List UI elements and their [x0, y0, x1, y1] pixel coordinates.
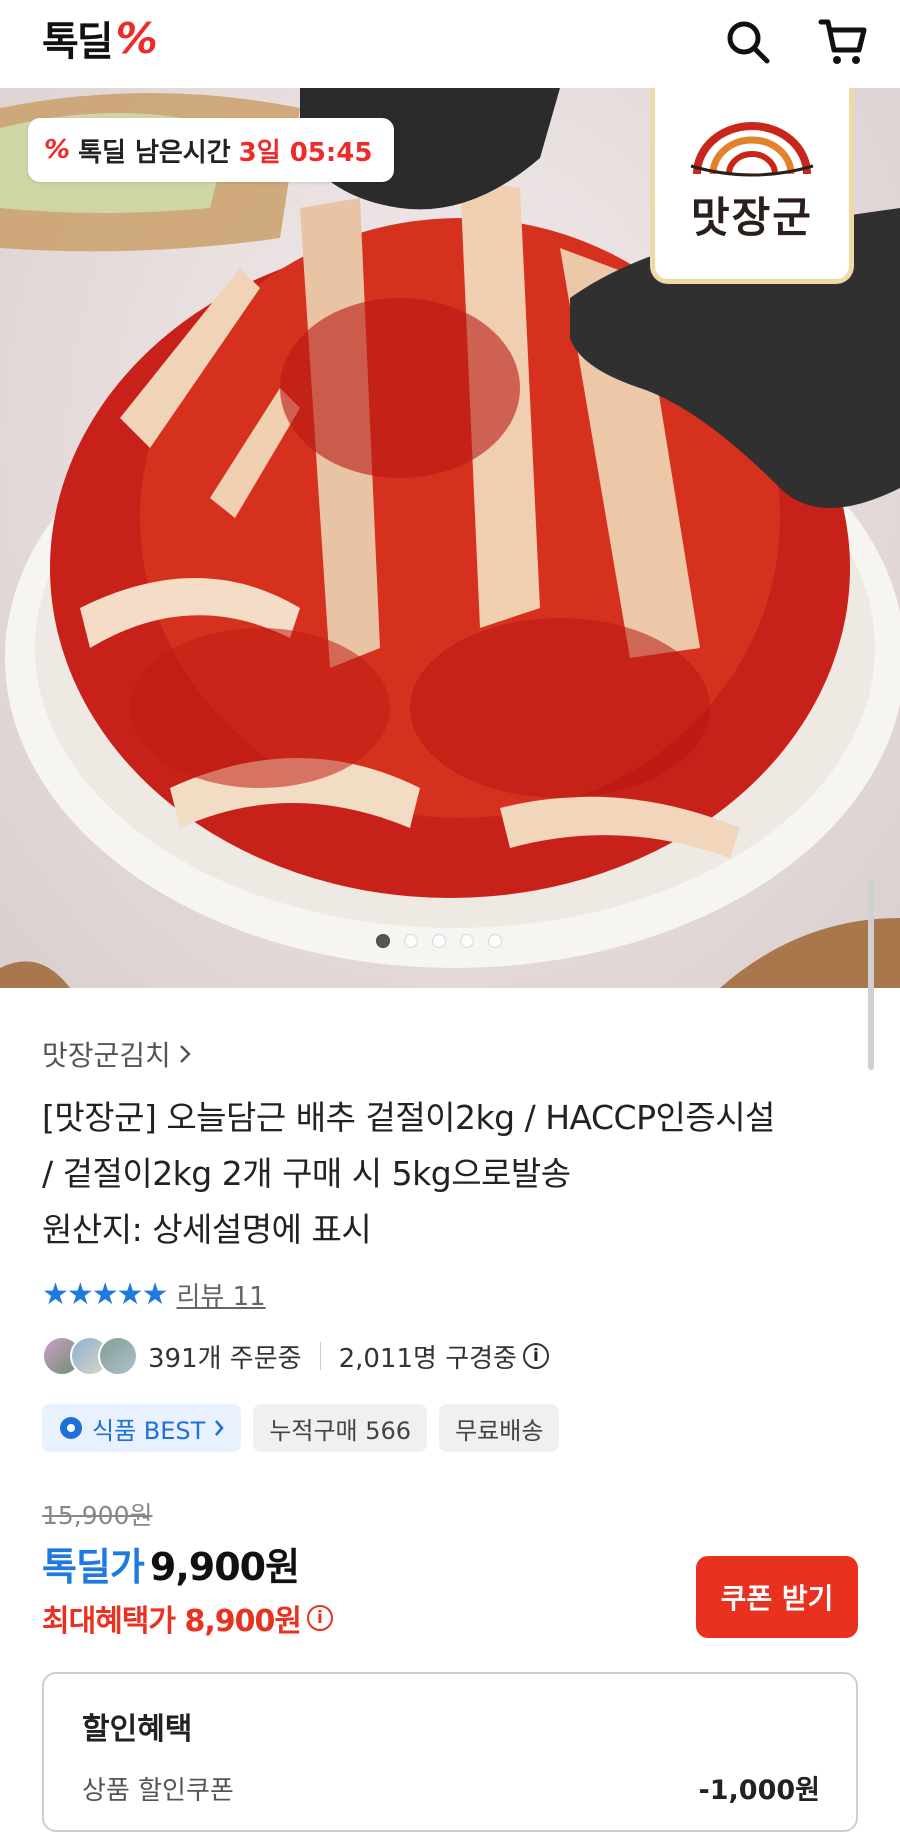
- deal-percent-icon: %: [44, 135, 71, 165]
- rating-row[interactable]: ★★★★★ 리뷰 11: [42, 1276, 266, 1313]
- seller-link[interactable]: 맛장군김치: [42, 1034, 193, 1074]
- buyer-avatars: [42, 1336, 138, 1376]
- seller-name: 맛장군김치: [42, 1039, 171, 1072]
- avatar: [98, 1336, 138, 1376]
- carousel-dot[interactable]: [376, 934, 390, 948]
- deal-price-row: 톡딜가 9,900원: [42, 1536, 300, 1591]
- product-title: [맛장군] 오늘담근 배추 겉절이2kg / HACCP인증시설 / 겉절이2k…: [42, 1090, 862, 1258]
- benefit-item-value: -1,000원: [698, 1775, 820, 1806]
- brand-name: 맛장군: [691, 193, 813, 242]
- get-coupon-button[interactable]: 쿠폰 받기: [696, 1556, 858, 1638]
- carousel-indicator: [376, 934, 502, 948]
- chevron-right-icon: [215, 1420, 224, 1436]
- title-line: [맛장군] 오늘담근 배추 겉절이2kg / HACCP인증시설: [42, 1098, 775, 1137]
- ordering-count: 391개 주문중: [148, 1343, 302, 1374]
- free-shipping-label: 무료배송: [455, 1416, 544, 1445]
- benefit-item-name: 상품 할인쿠폰: [82, 1776, 234, 1806]
- brand-badge: 맛장군: [650, 88, 854, 284]
- cumulative-purchase-label: 누적구매 566: [269, 1416, 412, 1445]
- watching-count: 2,011명 구경중: [338, 1343, 517, 1374]
- carousel-dot[interactable]: [432, 934, 446, 948]
- badge-gear-icon: [60, 1417, 82, 1439]
- cart-icon: [818, 19, 867, 64]
- carousel-dot[interactable]: [488, 934, 502, 948]
- info-icon[interactable]: i: [306, 1605, 333, 1631]
- timer-label: 톡딜 남은시간: [78, 137, 231, 168]
- cart-button[interactable]: [815, 14, 871, 70]
- search-icon: [727, 21, 770, 64]
- deal-price-value: 9,900원: [149, 1545, 300, 1589]
- title-line: 원산지: 상세설명에 표시: [42, 1210, 372, 1249]
- deal-timer-chip: % 톡딜 남은시간 3일 05:45: [28, 118, 395, 182]
- benefit-title: 할인혜택: [82, 1712, 193, 1747]
- divider: [319, 1342, 321, 1370]
- star-rating-icon: ★★★★★: [42, 1277, 168, 1312]
- carousel-dot[interactable]: [460, 934, 474, 948]
- logo-text: 톡딜: [42, 19, 114, 65]
- deal-price-label: 톡딜가: [42, 1545, 145, 1589]
- product-image-carousel[interactable]: % 톡딜 남은시간 3일 05:45 맛장군: [0, 88, 900, 988]
- chevron-right-icon: [179, 1045, 191, 1063]
- timer-remaining: 3일 05:45: [238, 137, 373, 168]
- scrollbar[interactable]: [868, 880, 874, 1070]
- search-button[interactable]: [720, 14, 776, 70]
- original-price: 15,900원: [42, 1501, 153, 1530]
- cumulative-purchase-chip: 누적구매 566: [253, 1404, 428, 1452]
- live-stats-row: 391개 주문중 2,011명 구경중 i: [42, 1334, 549, 1378]
- food-best-chip[interactable]: 식품 BEST: [42, 1404, 242, 1452]
- title-line: / 겉절이2kg 2개 구매 시 5kg으로발송: [42, 1154, 571, 1193]
- discount-benefit-box: 할인혜택 상품 할인쿠폰 -1,000원: [42, 1672, 858, 1832]
- free-shipping-chip: 무료배송: [439, 1404, 560, 1452]
- info-icon[interactable]: i: [522, 1343, 549, 1369]
- max-benefit-price: 최대혜택가 8,900원: [42, 1604, 302, 1639]
- review-count-link[interactable]: 리뷰 11: [176, 1276, 265, 1313]
- logo-percent-mark: %: [115, 13, 158, 63]
- tokdeal-logo[interactable]: 톡딜 %: [42, 13, 158, 66]
- sun-arc-logo-icon: [690, 122, 814, 177]
- badge-chips: 식품 BEST 누적구매 566 무료배송: [42, 1404, 560, 1452]
- best-chip-label: 식품 BEST: [92, 1416, 206, 1445]
- max-benefit-row: 최대혜택가 8,900원 i: [42, 1596, 333, 1640]
- carousel-dot[interactable]: [404, 934, 418, 948]
- top-header: 톡딜 %: [0, 0, 900, 88]
